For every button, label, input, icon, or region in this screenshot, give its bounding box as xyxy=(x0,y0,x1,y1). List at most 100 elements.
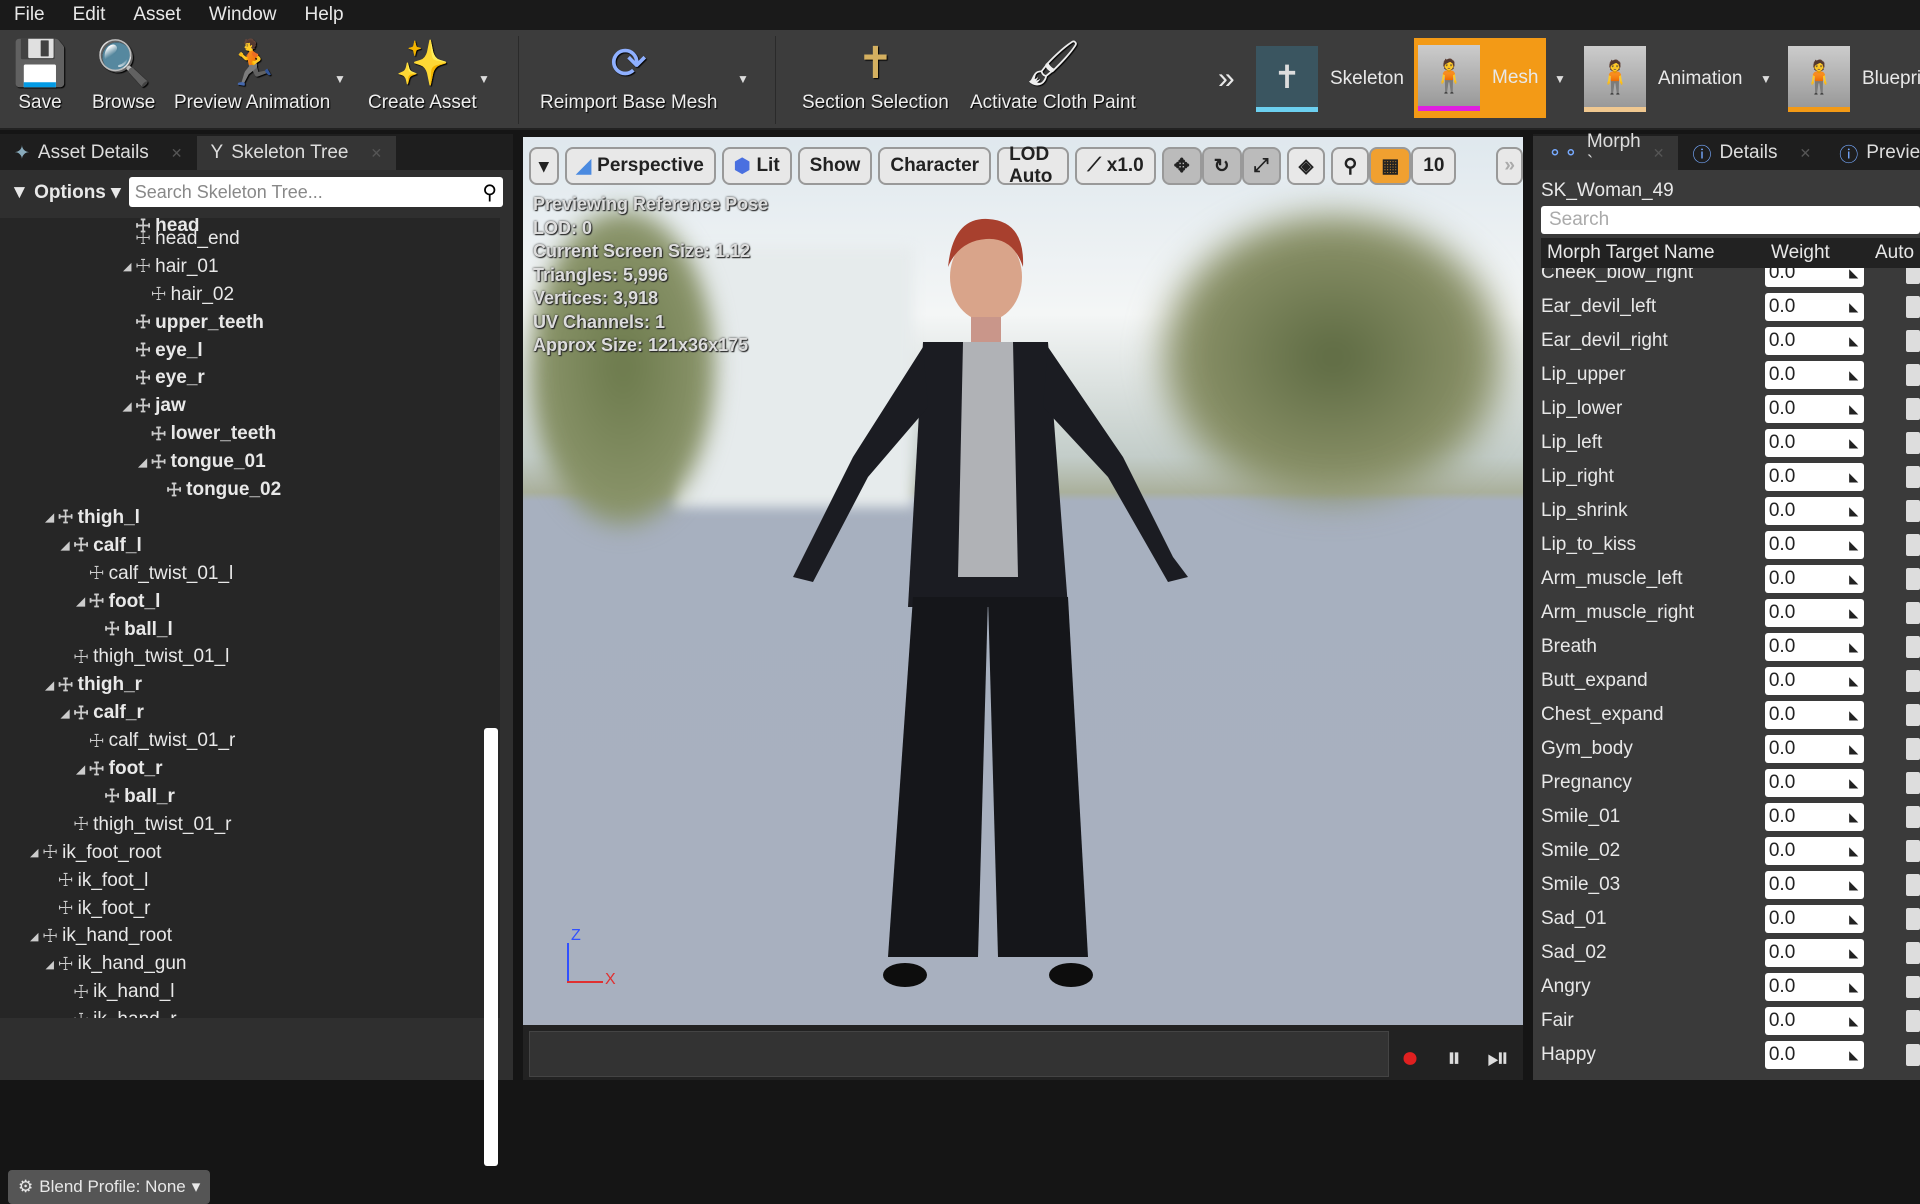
expand-arrow-icon[interactable]: ◢ xyxy=(46,679,58,692)
animation-dropdown[interactable]: ▼ xyxy=(1760,72,1772,86)
viewport[interactable]: ▾ ◢ Perspective ⬢ Lit Show Character LOD A… xyxy=(523,137,1523,1080)
viewport-options-button[interactable]: ▾ xyxy=(529,147,559,185)
mode-blueprint[interactable]: 🧍 Bluepri xyxy=(1788,42,1920,116)
surface-snap-icon[interactable]: ⚲ xyxy=(1331,147,1370,185)
expand-arrow-icon[interactable]: ◢ xyxy=(139,456,151,469)
weight-spinbox[interactable]: 0.0 ◣ xyxy=(1764,633,1865,661)
scale-tool[interactable]: ⤢ xyxy=(1241,147,1281,185)
auto-checkbox[interactable] xyxy=(1906,568,1920,590)
tree-item[interactable]: ☩ calf_twist_01_l xyxy=(77,560,234,588)
auto-checkbox[interactable] xyxy=(1906,364,1920,386)
tree-item[interactable]: ☩ thigh_twist_01_r xyxy=(61,811,232,839)
record-button[interactable]: ⏺ xyxy=(1403,1042,1417,1075)
auto-checkbox[interactable] xyxy=(1906,670,1920,692)
expand-arrow-icon[interactable]: ◢ xyxy=(123,260,135,273)
blend-profile-dropdown[interactable]: ⚙ Blend Profile: None ▾ xyxy=(8,1170,211,1204)
lit-button[interactable]: ⬢ Lit xyxy=(721,147,792,185)
menu-edit[interactable]: Edit xyxy=(59,4,120,26)
tree-item[interactable]: ◢ ☩ ik_hand_gun xyxy=(46,950,187,978)
grid-snap-icon[interactable]: ▦ xyxy=(1369,147,1412,185)
morph-search-input[interactable]: Search xyxy=(1541,206,1920,234)
column-morph-target-name[interactable]: Morph Target Name xyxy=(1541,242,1771,264)
auto-checkbox[interactable] xyxy=(1906,874,1920,896)
perspective-button[interactable]: ◢ Perspective xyxy=(564,147,716,185)
preview-animation-dropdown[interactable]: ▼ xyxy=(334,72,346,86)
auto-checkbox[interactable] xyxy=(1906,466,1920,488)
weight-spinbox[interactable]: 0.0 ◣ xyxy=(1764,973,1865,1001)
tree-item[interactable]: ☩ thigh_twist_01_l xyxy=(61,643,229,671)
save-button[interactable]: 💾 Save xyxy=(12,34,68,114)
activate-cloth-paint-button[interactable]: 🖌 Activate Cloth Paint xyxy=(970,34,1136,114)
close-icon[interactable]: ✕ xyxy=(370,145,382,162)
weight-spinbox[interactable]: 0.0 ◣ xyxy=(1764,463,1865,491)
weight-spinbox[interactable]: 0.0 ◣ xyxy=(1764,361,1865,389)
tree-item[interactable]: ☩ ik_hand_l xyxy=(61,978,174,1006)
viewport-scene[interactable]: ▾ ◢ Perspective ⬢ Lit Show Character LOD A… xyxy=(523,137,1523,1025)
tree-item[interactable]: ☩ eye_r xyxy=(123,364,205,392)
tree-item[interactable]: ☩ ik_hand_r xyxy=(61,1006,177,1018)
tree-item[interactable]: ☩ upper_teeth xyxy=(123,309,264,337)
weight-spinbox[interactable]: 0.0 ◣ xyxy=(1764,939,1865,967)
weight-spinbox[interactable]: 0.0 ◣ xyxy=(1764,837,1865,865)
weight-spinbox[interactable]: 0.0 ◣ xyxy=(1764,905,1865,933)
create-asset-button[interactable]: ✨ Create Asset xyxy=(368,34,477,114)
weight-spinbox[interactable]: 0.0 ◣ xyxy=(1764,599,1865,627)
weight-spinbox[interactable]: 0.0 ◣ xyxy=(1764,327,1865,355)
auto-checkbox[interactable] xyxy=(1906,704,1920,726)
scrollbar[interactable] xyxy=(484,728,498,1166)
tree-item[interactable]: ◢ ☩ calf_l xyxy=(61,532,142,560)
mode-skeleton[interactable]: ✝ Skeleton xyxy=(1256,42,1404,116)
auto-checkbox[interactable] xyxy=(1906,268,1920,284)
auto-checkbox[interactable] xyxy=(1906,330,1920,352)
character-button[interactable]: Character xyxy=(878,147,992,185)
tree-item[interactable]: ◢ ☩ ik_foot_root xyxy=(30,839,161,867)
auto-checkbox[interactable] xyxy=(1906,296,1920,318)
tree-item[interactable]: ◢ ☩ hair_01 xyxy=(123,253,219,281)
tab-morph-target-preview[interactable]: ⚬⚬ Morph ` ✕ xyxy=(1533,131,1679,174)
close-icon[interactable]: ✕ xyxy=(1653,145,1665,162)
tree-item[interactable]: ☩ lower_teeth xyxy=(139,420,277,448)
close-icon[interactable]: ✕ xyxy=(171,145,183,162)
weight-spinbox[interactable]: 0.0 ◣ xyxy=(1764,268,1865,287)
tree-item[interactable]: ◢ ☩ foot_l xyxy=(77,588,161,616)
tab-asset-details[interactable]: ✦ Asset Details ✕ xyxy=(0,136,197,170)
tree-item[interactable]: ☩ ball_l xyxy=(92,616,173,644)
tree-item[interactable]: ☩ hair_02 xyxy=(139,281,235,309)
tree-item[interactable]: ☩ calf_twist_01_r xyxy=(77,727,236,755)
expand-arrow-icon[interactable]: ◢ xyxy=(46,511,58,524)
tree-item[interactable]: ☩ tongue_02 xyxy=(154,476,281,504)
weight-spinbox[interactable]: 0.0 ◣ xyxy=(1764,769,1865,797)
weight-spinbox[interactable]: 0.0 ◣ xyxy=(1764,735,1865,763)
menu-file[interactable]: File xyxy=(0,4,59,26)
tab-details[interactable]: ⓘ Details ✕ xyxy=(1678,136,1825,170)
tree-item[interactable]: ☩ ball_r xyxy=(92,783,175,811)
tree-item[interactable]: ☩ eye_l xyxy=(123,337,203,365)
weight-spinbox[interactable]: 0.0 ◣ xyxy=(1764,395,1865,423)
tree-item[interactable]: ◢ ☩ calf_r xyxy=(61,699,144,727)
auto-checkbox[interactable] xyxy=(1906,806,1920,828)
tree-item[interactable]: ◢ ☩ jaw xyxy=(123,392,186,420)
tree-item[interactable]: ◢ ☩ thigh_r xyxy=(46,671,143,699)
auto-checkbox[interactable] xyxy=(1906,500,1920,522)
viewport-expand-button[interactable]: » xyxy=(1496,147,1523,185)
browse-button[interactable]: 🔍 Browse xyxy=(92,34,155,114)
auto-checkbox[interactable] xyxy=(1906,908,1920,930)
tree-item[interactable]: ◢ ☩ thigh_l xyxy=(46,504,140,532)
expand-arrow-icon[interactable]: ◢ xyxy=(30,846,42,859)
pause-button[interactable]: ⏸ xyxy=(1447,1042,1461,1075)
weight-spinbox[interactable]: 0.0 ◣ xyxy=(1764,429,1865,457)
auto-checkbox[interactable] xyxy=(1906,942,1920,964)
tab-preview-settings[interactable]: ⓘ Previe xyxy=(1825,136,1920,170)
column-weight[interactable]: Weight xyxy=(1771,242,1875,264)
reimport-dropdown[interactable]: ▼ xyxy=(737,72,749,86)
overflow-chevron-icon[interactable]: » xyxy=(1218,42,1235,116)
skeleton-search-input[interactable]: Search Skeleton Tree... ⚲ xyxy=(128,177,503,207)
rotate-tool[interactable]: ↻ xyxy=(1201,147,1242,185)
auto-checkbox[interactable] xyxy=(1906,398,1920,420)
menu-help[interactable]: Help xyxy=(290,4,357,26)
tree-item[interactable]: ◢ ☩ foot_r xyxy=(77,755,163,783)
menu-asset[interactable]: Asset xyxy=(119,4,195,26)
weight-spinbox[interactable]: 0.0 ◣ xyxy=(1764,1007,1865,1035)
auto-checkbox[interactable] xyxy=(1906,636,1920,658)
auto-checkbox[interactable] xyxy=(1906,534,1920,556)
